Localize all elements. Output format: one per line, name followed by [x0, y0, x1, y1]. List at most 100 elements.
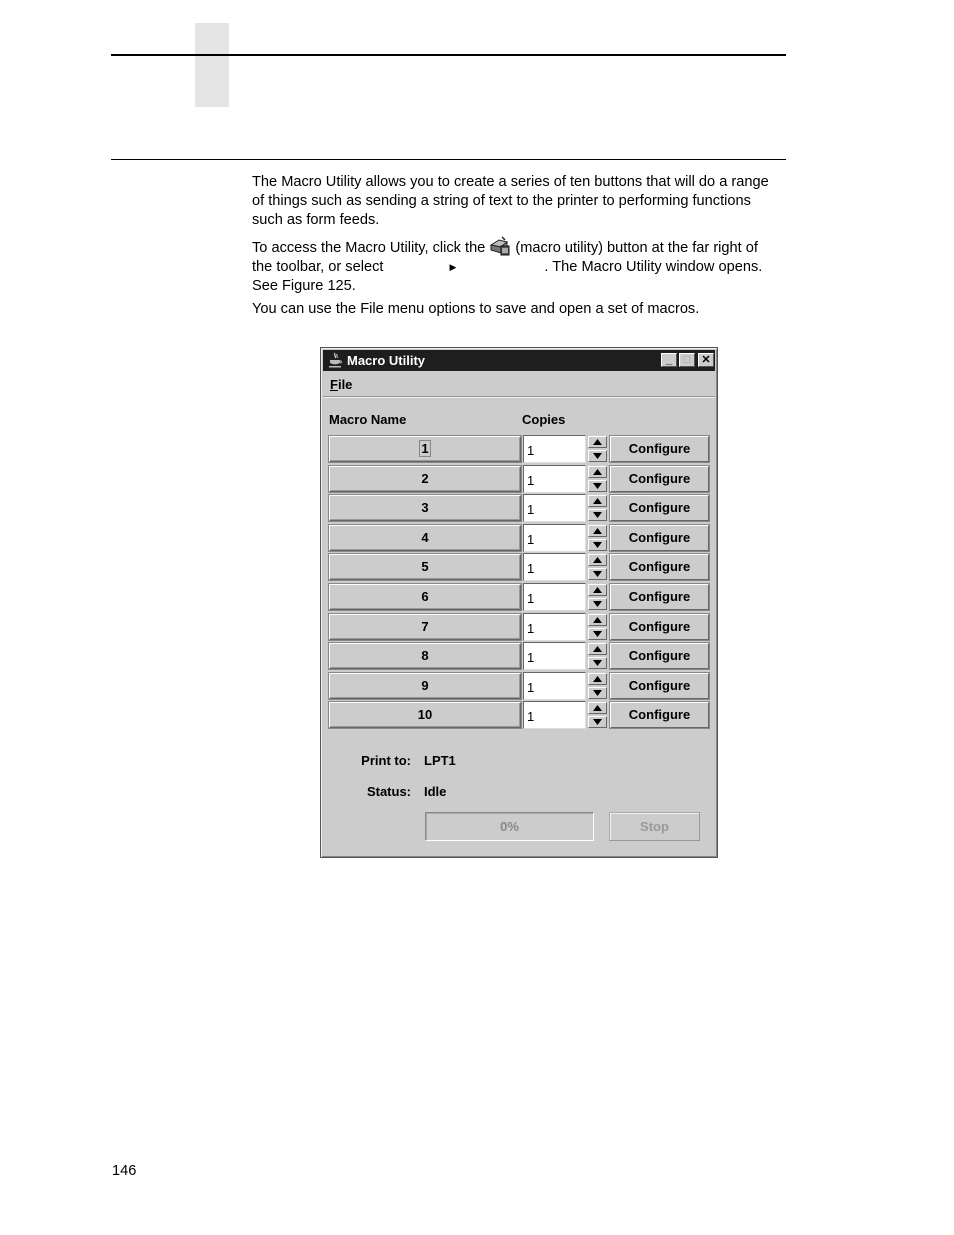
spinner-down-button[interactable] [588, 627, 607, 640]
copies-input[interactable]: 1 [523, 582, 586, 611]
macro-button-label: 7 [421, 618, 429, 634]
progress-text: 0% [500, 819, 519, 834]
macro-utility-icon [489, 236, 511, 256]
stop-button[interactable]: Stop [609, 812, 700, 841]
page-number: 146 [112, 1163, 137, 1179]
copies-spinner [588, 643, 607, 670]
spinner-up-button[interactable] [588, 524, 607, 537]
configure-button[interactable]: Configure [610, 554, 709, 581]
spinner-down-button[interactable] [588, 597, 607, 610]
configure-button[interactable]: Configure [610, 583, 709, 610]
title-bar[interactable]: Macro Utility _ □ ✕ [323, 350, 715, 371]
spinner-up-button[interactable] [588, 583, 607, 596]
macro-utility-window: Macro Utility _ □ ✕ File Macro Name Copi… [320, 347, 718, 858]
spinner-down-button[interactable] [588, 538, 607, 551]
close-button[interactable]: ✕ [698, 353, 714, 367]
macro-row: 7 1 Configure [329, 612, 711, 643]
macro-button[interactable]: 9 [329, 672, 521, 699]
menu-bar: File [323, 373, 715, 397]
spinner-down-button[interactable] [588, 568, 607, 581]
macro-button[interactable]: 6 [329, 583, 521, 610]
macro-row: 10 1 Configure [329, 701, 711, 731]
copies-input[interactable]: 1 [523, 642, 586, 671]
macro-row: 3 1 Configure [329, 494, 711, 524]
maximize-icon: □ [683, 354, 691, 366]
menu-arrow-icon: ▶ [449, 262, 457, 272]
macro-row: 8 1 Configure [329, 642, 711, 672]
column-header-copies: Copies [522, 412, 566, 427]
macro-button-label: 10 [417, 707, 433, 723]
configure-button[interactable]: Configure [610, 643, 709, 670]
macro-row: 5 1 Configure [329, 553, 711, 583]
macro-button-label: 2 [421, 470, 429, 486]
configure-button[interactable]: Configure [610, 524, 709, 551]
macro-button[interactable]: 8 [329, 643, 521, 670]
progress-bar: 0% [425, 812, 594, 841]
maximize-button[interactable]: □ [679, 353, 695, 367]
macro-button[interactable]: 10 [329, 702, 521, 729]
minimize-button[interactable]: _ [661, 353, 677, 367]
spinner-down-button[interactable] [588, 716, 607, 729]
configure-button[interactable]: Configure [610, 672, 709, 699]
macro-button[interactable]: 4 [329, 524, 521, 551]
copies-input[interactable]: 1 [523, 464, 586, 493]
copies-spinner [588, 524, 607, 551]
spinner-up-button[interactable] [588, 465, 607, 478]
file-menu-paragraph: You can use the File menu options to sav… [252, 301, 700, 317]
spinner-up-button[interactable] [588, 495, 607, 508]
spinner-down-button[interactable] [588, 479, 607, 492]
column-header-macro-name: Macro Name [329, 412, 407, 427]
macro-row: 2 1 Configure [329, 464, 711, 495]
section-rule [111, 159, 786, 160]
copies-spinner [588, 672, 607, 699]
copies-spinner [588, 436, 607, 462]
copies-spinner [588, 583, 607, 610]
macro-button[interactable]: 3 [329, 495, 521, 522]
macro-row: 9 1 Configure [329, 671, 711, 702]
chapter-tab-marker [195, 23, 229, 107]
spinner-down-button[interactable] [588, 509, 607, 522]
copies-spinner [588, 554, 607, 581]
spinner-up-button[interactable] [588, 554, 607, 567]
configure-button[interactable]: Configure [610, 613, 709, 640]
spinner-up-button[interactable] [588, 436, 607, 448]
spinner-down-button[interactable] [588, 657, 607, 670]
copies-input[interactable]: 1 [523, 701, 586, 730]
configure-button[interactable]: Configure [610, 702, 709, 729]
status-label: Status: [366, 784, 411, 799]
macro-button[interactable]: 7 [329, 613, 521, 640]
header-rule [111, 54, 786, 56]
macro-button-label: 5 [421, 559, 429, 575]
configure-button[interactable]: Configure [610, 495, 709, 522]
copies-input[interactable]: 1 [523, 612, 586, 641]
configure-button[interactable]: Configure [610, 436, 709, 462]
copies-spinner [588, 495, 607, 522]
macro-button[interactable]: 1 [329, 436, 521, 462]
print-to-label: Print to: [361, 753, 411, 768]
macro-row: 4 1 Configure [329, 523, 711, 554]
spinner-up-button[interactable] [588, 672, 607, 685]
spinner-down-button[interactable] [588, 686, 607, 699]
spinner-up-button[interactable] [588, 643, 607, 656]
spinner-up-button[interactable] [588, 702, 607, 715]
copies-input[interactable]: 1 [523, 553, 586, 582]
access-paragraph: To access the Macro Utility, click the (… [252, 236, 782, 296]
macro-row: 1 1 Configure [329, 435, 711, 465]
menu-file-label: ile [337, 377, 353, 392]
java-app-icon [327, 352, 343, 368]
copies-input[interactable]: 1 [523, 523, 586, 552]
window-title: Macro Utility [347, 353, 426, 368]
copies-input[interactable]: 1 [523, 435, 586, 463]
macro-button-label: 4 [421, 529, 429, 545]
macro-row: 6 1 Configure [329, 582, 711, 613]
macro-list: 1 1 Configure 2 1 Configure 3 1 Configure 4 1 Confi… [329, 435, 711, 731]
configure-button[interactable]: Configure [610, 465, 709, 492]
copies-input[interactable]: 1 [523, 671, 586, 700]
spinner-down-button[interactable] [588, 450, 607, 462]
status-value: Idle [424, 784, 447, 799]
macro-button[interactable]: 5 [329, 554, 521, 581]
spinner-up-button[interactable] [588, 613, 607, 626]
copies-input[interactable]: 1 [523, 494, 586, 523]
menu-file[interactable]: File [330, 377, 352, 392]
macro-button[interactable]: 2 [329, 465, 521, 492]
